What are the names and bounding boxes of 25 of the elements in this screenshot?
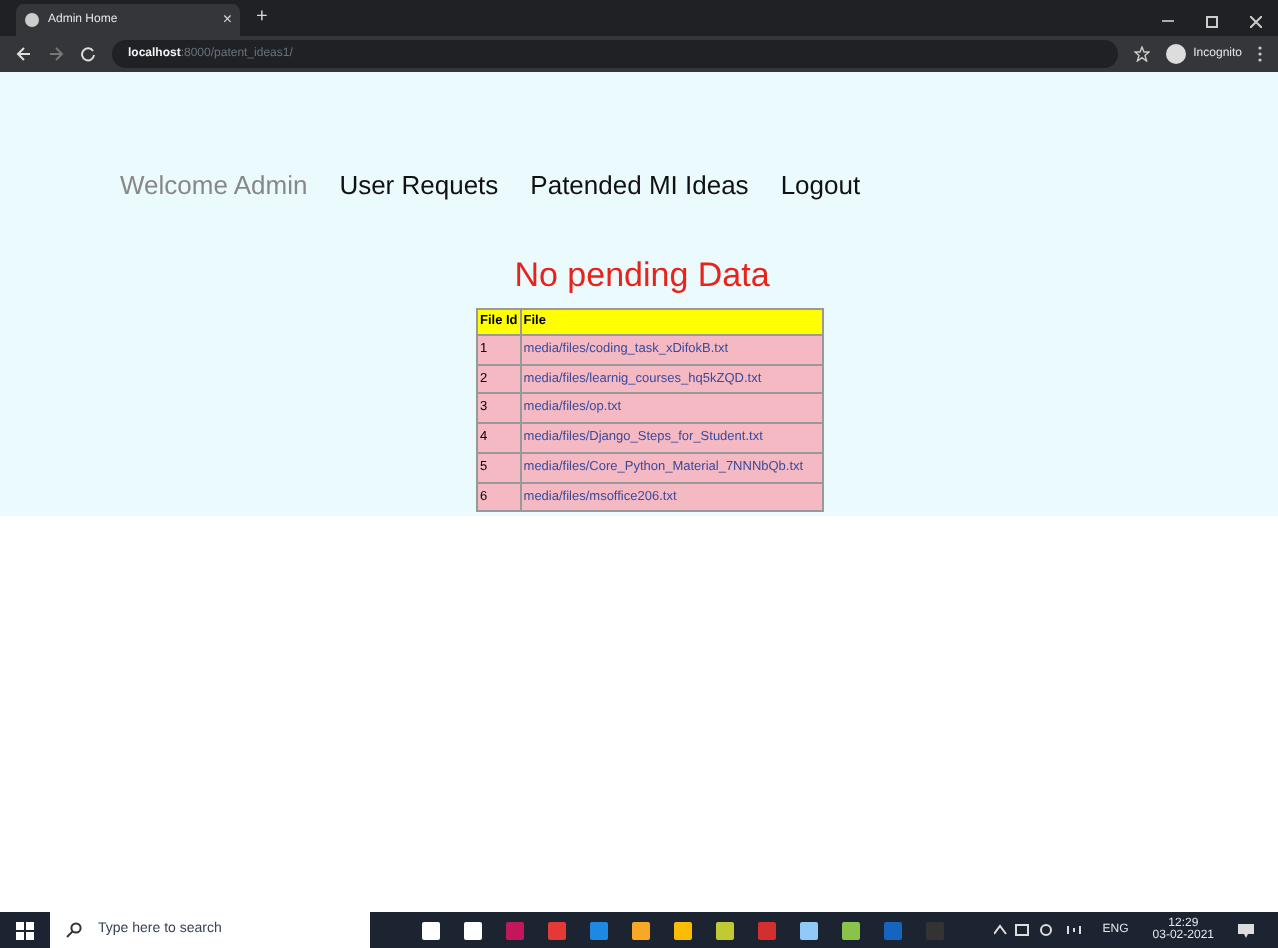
nav-link[interactable]: User Requets <box>339 166 499 205</box>
tray-icons-drawing <box>994 924 1087 936</box>
nav-link[interactable]: Patended MI Ideas <box>530 166 749 205</box>
taskbar-app-icon[interactable] <box>422 921 440 939</box>
search-icon <box>66 922 82 938</box>
close-tab-button[interactable]: × <box>222 8 232 32</box>
windows-start-icon[interactable] <box>16 921 34 939</box>
status-message: No pending Data <box>512 253 772 297</box>
back-icon[interactable] <box>16 46 32 62</box>
minimize-icon[interactable] <box>1162 20 1174 24</box>
taskbar-app-icon[interactable] <box>716 921 734 939</box>
taskbar-app-icon[interactable] <box>842 921 860 939</box>
welcome-text: Welcome Admin <box>120 168 308 204</box>
close-icon[interactable] <box>1250 16 1262 28</box>
taskbar-app-icon[interactable] <box>632 921 650 939</box>
star-icon[interactable] <box>1133 46 1150 62</box>
new-tab-button[interactable]: + <box>256 2 268 32</box>
taskbar-app-icon[interactable] <box>464 921 482 939</box>
forward-icon[interactable] <box>48 46 64 62</box>
taskbar-app-icon[interactable] <box>674 921 692 939</box>
restore-icon[interactable] <box>1206 16 1218 28</box>
reload-icon[interactable] <box>80 46 96 62</box>
taskbar-app-icon[interactable] <box>800 921 818 939</box>
nav-link[interactable]: Logout <box>780 166 861 205</box>
notification-icon[interactable] <box>1238 923 1254 937</box>
